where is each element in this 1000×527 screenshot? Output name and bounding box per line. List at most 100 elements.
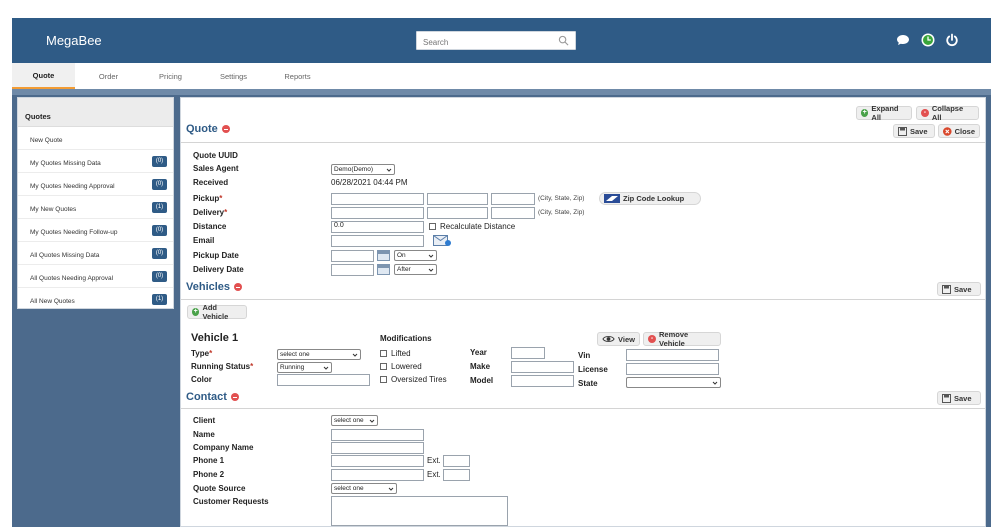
running-status-select[interactable]: Running — [277, 362, 332, 373]
phone1-input[interactable] — [331, 455, 424, 467]
tab-quote[interactable]: Quote — [12, 63, 75, 89]
year-label: Year — [470, 348, 487, 357]
pickup-date-label: Pickup Date — [193, 251, 239, 260]
lowered-checkbox[interactable] — [380, 363, 387, 370]
make-input[interactable] — [511, 361, 574, 373]
zip-code-lookup-button[interactable]: Zip Code Lookup — [599, 192, 701, 205]
divider — [181, 408, 985, 409]
quote-uuid-label: Quote UUID — [193, 151, 238, 160]
pickup-label: Pickup* — [193, 194, 223, 203]
plus-icon: + — [861, 109, 869, 117]
name-input[interactable] — [331, 429, 424, 441]
client-label: Client — [193, 416, 216, 425]
calendar-icon[interactable] — [377, 250, 390, 261]
state-select[interactable] — [626, 377, 721, 388]
chevron-down-icon — [428, 254, 434, 258]
tab-pricing[interactable]: Pricing — [143, 63, 198, 89]
sidebar-item-new-quote[interactable]: New Quote — [18, 128, 173, 150]
phone1-ext-input[interactable] — [443, 455, 470, 467]
sidebar-item-label: My New Quotes — [30, 206, 77, 213]
pickup-date-mode-select[interactable]: On — [394, 250, 437, 261]
delivery-date-input[interactable] — [331, 264, 374, 276]
tab-settings[interactable]: Settings — [206, 63, 261, 89]
search-icon[interactable] — [558, 35, 569, 46]
sidebar-item-all-new-quotes[interactable]: All New Quotes (1) — [18, 289, 173, 311]
license-input[interactable] — [626, 363, 719, 375]
search-input[interactable] — [417, 34, 547, 51]
vehicles-save-button[interactable]: Save — [937, 282, 981, 296]
pickup-city-input[interactable] — [331, 193, 424, 205]
company-name-input[interactable] — [331, 442, 424, 454]
eye-icon — [602, 336, 615, 342]
phone2-ext-input[interactable] — [443, 469, 470, 481]
view-vehicle-button[interactable]: View — [597, 332, 640, 346]
pickup-zip-input[interactable] — [491, 193, 535, 205]
clock-icon[interactable] — [920, 32, 936, 48]
remove-icon[interactable] — [221, 125, 230, 133]
make-label: Make — [470, 362, 491, 371]
collapse-all-button[interactable]: - Collapse All — [916, 104, 979, 122]
count-badge: (0) — [152, 225, 167, 236]
modifications-label: Modifications — [380, 334, 432, 343]
color-input[interactable] — [277, 374, 370, 386]
sidebar-item-label: My Quotes Needing Follow-up — [30, 229, 118, 236]
quote-source-select[interactable]: select one — [331, 483, 397, 494]
customer-requests-label: Customer Requests — [193, 497, 269, 506]
vehicle-type-select[interactable]: select one — [277, 349, 361, 360]
tab-order[interactable]: Order — [81, 63, 136, 89]
sidebar-item-all-needing-approval[interactable]: All Quotes Needing Approval (0) — [18, 266, 173, 288]
close-icon — [943, 126, 952, 136]
contact-save-button[interactable]: Save — [937, 391, 981, 405]
oversized-tires-label: Oversized Tires — [391, 375, 447, 384]
customer-requests-textarea[interactable] — [331, 496, 508, 526]
remove-icon[interactable] — [234, 283, 243, 291]
model-label: Model — [470, 376, 494, 385]
pickup-date-input[interactable] — [331, 250, 374, 262]
sidebar-item-all-missing-data[interactable]: All Quotes Missing Data (0) — [18, 243, 173, 265]
count-badge: (1) — [152, 202, 167, 213]
close-button[interactable]: Close — [938, 124, 980, 138]
save-icon — [942, 284, 951, 294]
client-select[interactable]: select one — [331, 415, 378, 426]
quote-panel: + Expand All - Collapse All Save Close Quo… — [180, 97, 986, 527]
calendar-icon[interactable] — [377, 264, 390, 275]
sidebar-item-my-new-quotes[interactable]: My New Quotes (1) — [18, 197, 173, 219]
remove-icon[interactable] — [230, 393, 239, 401]
year-input[interactable] — [511, 347, 545, 359]
oversized-tires-checkbox[interactable] — [380, 376, 387, 383]
power-icon[interactable] — [944, 32, 960, 48]
sidebar-item-my-needing-approval[interactable]: My Quotes Needing Approval (0) — [18, 174, 173, 196]
expand-all-button[interactable]: + Expand All — [856, 104, 912, 122]
sidebar-item-my-follow-up[interactable]: My Quotes Needing Follow-up (0) — [18, 220, 173, 242]
recalculate-checkbox[interactable] — [429, 223, 436, 230]
delivery-state-input[interactable] — [427, 207, 488, 219]
vehicles-section-title: Vehicles — [186, 281, 243, 293]
phone2-input[interactable] — [331, 469, 424, 481]
lifted-checkbox[interactable] — [380, 350, 387, 357]
phone2-ext-label: Ext. — [427, 470, 441, 479]
save-button[interactable]: Save — [893, 124, 935, 138]
remove-vehicle-button[interactable]: - Remove Vehicle — [643, 330, 721, 348]
sidebar-item-label: All New Quotes — [30, 298, 75, 305]
email-input[interactable] — [331, 235, 424, 247]
delivery-date-mode-select[interactable]: After — [394, 264, 437, 275]
sales-agent-select[interactable]: Demo(Demo) — [331, 164, 395, 175]
count-badge: (1) — [152, 294, 167, 305]
delivery-city-input[interactable] — [331, 207, 424, 219]
chevron-down-icon — [428, 268, 434, 272]
brand-logo[interactable]: MegaBee — [46, 33, 102, 48]
chat-icon[interactable] — [895, 32, 911, 48]
model-input[interactable] — [511, 375, 574, 387]
sidebar-item-label: New Quote — [30, 137, 63, 144]
distance-input[interactable]: 0.0 — [331, 221, 424, 233]
add-vehicle-button[interactable]: + Add Vehicle — [187, 303, 247, 321]
pickup-state-input[interactable] — [427, 193, 488, 205]
sidebar-item-my-missing-data[interactable]: My Quotes Missing Data (0) — [18, 151, 173, 173]
sidebar-item-label: My Quotes Missing Data — [30, 160, 101, 167]
contact-section-title: Contact — [186, 391, 239, 403]
company-name-label: Company Name — [193, 443, 254, 452]
email-icon[interactable] — [433, 235, 451, 247]
vin-input[interactable] — [626, 349, 719, 361]
tab-reports[interactable]: Reports — [270, 63, 325, 89]
delivery-zip-input[interactable] — [491, 207, 535, 219]
